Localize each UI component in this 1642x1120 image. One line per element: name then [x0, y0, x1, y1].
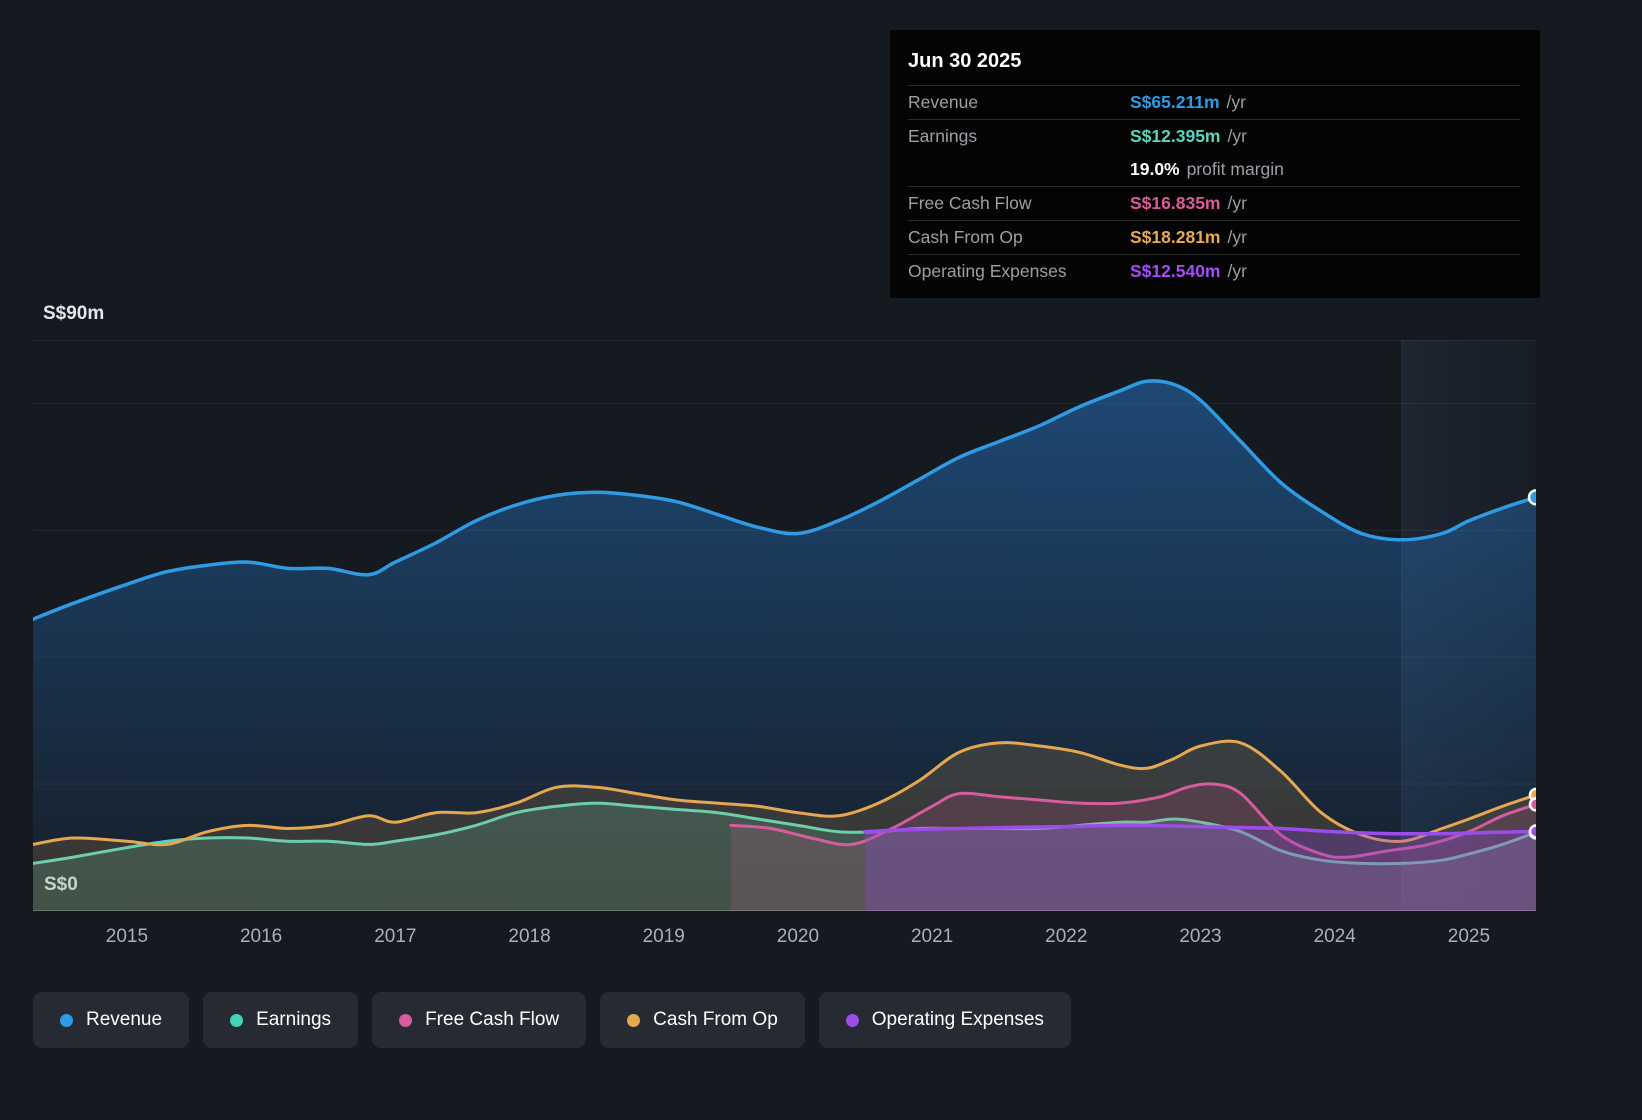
legend-label: Earnings	[256, 1009, 331, 1031]
legend-label: Free Cash Flow	[425, 1009, 559, 1031]
tooltip-row-value: S$16.835m	[1130, 193, 1221, 214]
series-endpoint-revenue	[1529, 490, 1536, 504]
tooltip-row-free-cash-flow: Free Cash Flow S$16.835m /yr	[908, 186, 1520, 220]
tooltip-row-suffix: /yr	[1228, 261, 1247, 282]
tooltip-date: Jun 30 2025	[908, 40, 1520, 85]
x-tick-label-2023: 2023	[1166, 926, 1236, 948]
x-tick-label-2025: 2025	[1434, 926, 1504, 948]
legend-label: Cash From Op	[653, 1009, 778, 1031]
tooltip-row-cash-from-op: Cash From Op S$18.281m /yr	[908, 220, 1520, 254]
legend-dot-earnings-icon	[230, 1014, 243, 1027]
tooltip-row-label: Earnings	[908, 126, 1130, 147]
tooltip-row-value: S$18.281m	[1130, 227, 1221, 248]
legend-dot-revenue-icon	[60, 1014, 73, 1027]
legend-item-free-cash-flow[interactable]: Free Cash Flow	[372, 992, 586, 1048]
tooltip-row-revenue: Revenue S$65.211m /yr	[908, 85, 1520, 119]
legend-dot-cash-from-op-icon	[627, 1014, 640, 1027]
legend-dot-operating-expenses-icon	[846, 1014, 859, 1027]
tooltip-row-suffix: /yr	[1228, 227, 1247, 248]
tooltip-row-value: 19.0%	[1130, 159, 1180, 180]
legend-item-operating-expenses[interactable]: Operating Expenses	[819, 992, 1071, 1048]
tooltip-row-value: S$12.540m	[1130, 261, 1221, 282]
tooltip-row-label: Free Cash Flow	[908, 193, 1130, 214]
tooltip-row-suffix: profit margin	[1187, 159, 1284, 180]
data-tooltip: Jun 30 2025 Revenue S$65.211m /yr Earnin…	[890, 30, 1540, 298]
y-axis-max-label: S$90m	[43, 303, 104, 325]
x-tick-label-2019: 2019	[629, 926, 699, 948]
series-endpoint-free-cash-flow	[1530, 798, 1536, 810]
x-tick-label-2016: 2016	[226, 926, 296, 948]
tooltip-row-value: S$12.395m	[1130, 126, 1221, 147]
tooltip-row-value: S$65.211m	[1130, 92, 1220, 113]
legend-item-revenue[interactable]: Revenue	[33, 992, 189, 1048]
chart-plot-area[interactable]	[33, 340, 1536, 911]
x-tick-label-2021: 2021	[897, 926, 967, 948]
tooltip-row-suffix: /yr	[1227, 92, 1246, 113]
legend-label: Operating Expenses	[872, 1009, 1044, 1031]
chart-canvas	[33, 340, 1536, 911]
x-tick-label-2017: 2017	[360, 926, 430, 948]
x-axis: 2015 2016 2017 2018 2019 2020 2021 2022 2023 2024…	[33, 926, 1536, 954]
tooltip-row-label: Revenue	[908, 92, 1130, 113]
x-tick-label-2022: 2022	[1031, 926, 1101, 948]
tooltip-row-earnings: Earnings S$12.395m /yr	[908, 119, 1520, 153]
legend-label: Revenue	[86, 1009, 162, 1031]
tooltip-row-operating-expenses: Operating Expenses S$12.540m /yr	[908, 254, 1520, 288]
tooltip-row-profit-margin: 19.0% profit margin	[908, 153, 1520, 186]
x-tick-label-2018: 2018	[495, 926, 565, 948]
legend-item-cash-from-op[interactable]: Cash From Op	[600, 992, 805, 1048]
legend: Revenue Earnings Free Cash Flow Cash Fro…	[33, 992, 1071, 1048]
tooltip-row-suffix: /yr	[1228, 126, 1247, 147]
legend-dot-free-cash-flow-icon	[399, 1014, 412, 1027]
x-tick-label-2020: 2020	[763, 926, 833, 948]
legend-item-earnings[interactable]: Earnings	[203, 992, 358, 1048]
tooltip-row-label: Cash From Op	[908, 227, 1130, 248]
series-area-operating-expenses	[865, 825, 1536, 911]
x-tick-label-2024: 2024	[1300, 926, 1370, 948]
x-tick-label-2015: 2015	[92, 926, 162, 948]
chart-page: Jun 30 2025 Revenue S$65.211m /yr Earnin…	[0, 0, 1642, 1120]
tooltip-row-label: Operating Expenses	[908, 261, 1130, 282]
series-endpoint-operating-expenses	[1530, 825, 1536, 837]
tooltip-row-suffix: /yr	[1228, 193, 1247, 214]
